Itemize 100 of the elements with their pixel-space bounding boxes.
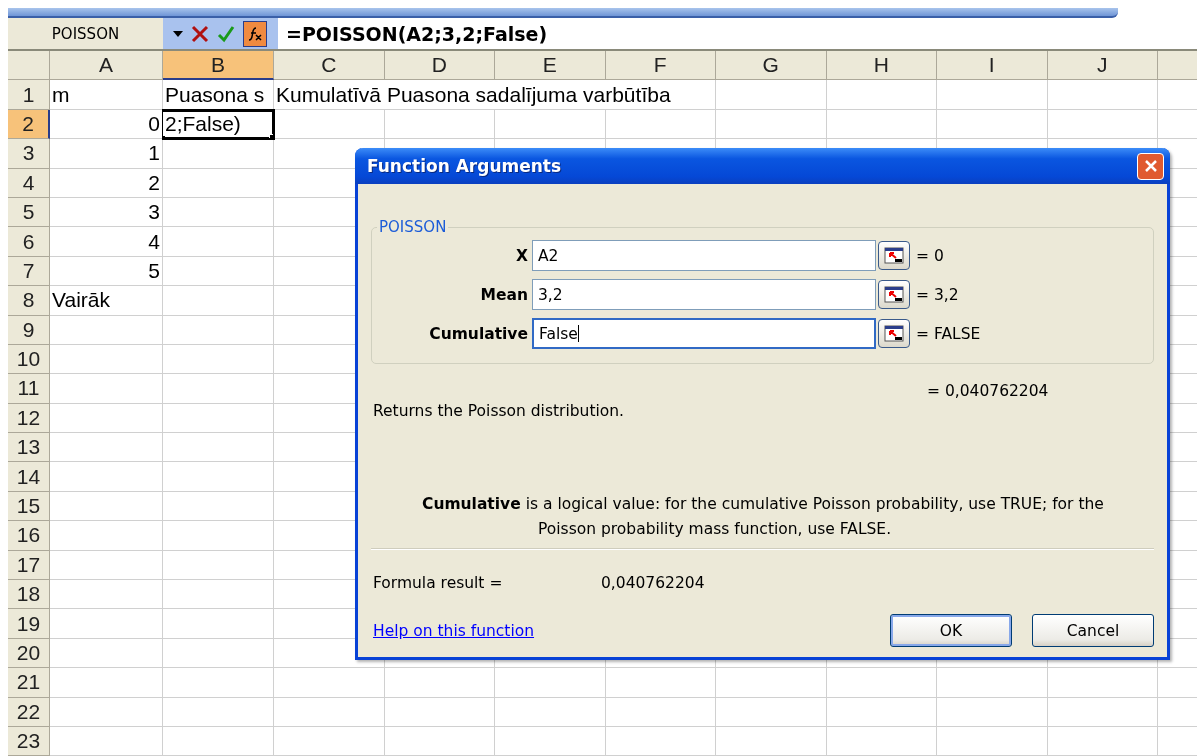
grid-cell[interactable] [163,550,274,581]
grid-cell[interactable]: Puasona s [163,80,274,110]
grid-cell[interactable] [495,109,606,140]
grid-cell[interactable] [163,403,274,434]
column-header[interactable]: C [274,51,385,81]
grid-cell[interactable] [163,286,274,316]
grid-cell[interactable] [50,550,163,581]
grid-cell[interactable]: 2 [50,168,163,198]
formula-text[interactable]: =POISSON(A2;3,2;False) [278,18,1197,49]
grid-cell[interactable] [50,580,163,610]
row-header[interactable]: 16 [8,521,50,551]
grid-cell[interactable] [495,727,606,756]
grid-cell[interactable] [937,109,1048,140]
grid-cell[interactable] [384,697,495,727]
row-header[interactable]: 22 [8,697,50,727]
argument-field[interactable]: False [532,318,876,349]
grid-cell[interactable] [495,668,606,698]
grid-cell[interactable] [826,697,937,727]
grid-cell[interactable] [274,668,385,698]
grid-cell[interactable]: Vairāk [50,286,163,316]
grid-cell[interactable] [50,403,163,434]
row-header[interactable]: 6 [8,227,50,257]
grid-cell[interactable] [163,521,274,551]
grid-cell[interactable] [1047,727,1158,756]
grid-cell[interactable]: 1 [50,139,163,169]
collapse-dialog-button[interactable] [878,241,910,270]
grid-cell[interactable] [163,491,274,522]
row-header[interactable]: 13 [8,433,50,463]
grid-cell[interactable] [716,109,827,140]
grid-cell[interactable] [50,491,163,522]
grid-cell[interactable] [384,727,495,756]
grid-cell[interactable] [163,256,274,287]
grid-cell[interactable] [163,697,274,727]
collapse-dialog-button[interactable] [878,280,910,309]
grid-cell[interactable] [50,521,163,551]
close-button[interactable] [1137,152,1164,180]
grid-cell[interactable] [163,580,274,610]
row-header[interactable]: 1 [8,80,50,110]
cancel-button[interactable]: Cancel [1032,614,1154,647]
ok-button[interactable]: OK [890,614,1012,647]
grid-cell[interactable] [1047,80,1158,110]
row-header[interactable]: 18 [8,580,50,610]
grid-cell[interactable] [605,668,716,698]
grid-cell[interactable] [716,668,827,698]
column-header[interactable]: D [384,51,495,81]
row-header[interactable]: 15 [8,491,50,522]
argument-field[interactable]: 3,2 [532,279,876,310]
row-header[interactable]: 8 [8,286,50,316]
grid-cell[interactable] [274,697,385,727]
row-header[interactable]: 12 [8,403,50,434]
grid-cell[interactable] [163,197,274,228]
grid-cell[interactable] [50,315,163,345]
grid-cell[interactable] [937,80,1048,110]
row-header[interactable]: 5 [8,197,50,228]
grid-cell[interactable] [50,344,163,375]
row-header[interactable]: 11 [8,374,50,404]
grid-cell[interactable] [163,609,274,639]
grid-cell[interactable] [826,109,937,140]
column-header[interactable]: J [1047,51,1158,81]
grid-cell[interactable] [163,315,274,345]
column-header[interactable]: A [50,51,163,81]
grid-cell[interactable] [716,80,827,110]
column-header[interactable]: H [826,51,937,81]
insert-function-button[interactable] [243,20,267,47]
grid-cell[interactable] [163,168,274,198]
grid-cell[interactable] [716,697,827,727]
row-header[interactable]: 21 [8,668,50,698]
grid-cell[interactable] [163,344,274,375]
grid-cell[interactable]: 5 [50,256,163,287]
grid-cell[interactable] [50,668,163,698]
grid-cell[interactable]: 3 [50,197,163,228]
grid-cell[interactable] [826,80,937,110]
grid-cell[interactable] [495,697,606,727]
grid-cell[interactable] [826,668,937,698]
grid-cell[interactable]: Kumulatīvā Puasona sadalījuma varbūtība [274,80,716,110]
grid-cell[interactable] [937,668,1048,698]
grid-cell[interactable] [937,727,1048,756]
grid-cell[interactable] [826,727,937,756]
grid-cell[interactable] [163,668,274,698]
grid-cell[interactable] [163,374,274,404]
column-header[interactable]: F [605,51,716,81]
grid-cell[interactable] [163,727,274,756]
grid-cell[interactable] [50,697,163,727]
row-header[interactable]: 3 [8,139,50,169]
row-header[interactable]: 7 [8,256,50,287]
grid-cell[interactable] [50,727,163,756]
row-header[interactable]: 10 [8,344,50,375]
grid-cell[interactable] [163,433,274,463]
grid-cell[interactable] [605,697,716,727]
grid-cell[interactable] [50,462,163,492]
row-header[interactable]: 23 [8,727,50,756]
grid-cell[interactable] [384,109,495,140]
collapse-dialog-button[interactable] [878,319,910,348]
grid-cell[interactable]: 0 [50,109,163,140]
grid-cell[interactable] [274,109,385,140]
row-header[interactable]: 9 [8,315,50,345]
grid-cell[interactable] [50,638,163,669]
active-cell[interactable]: 2;False) [163,109,274,140]
grid-cell[interactable] [50,433,163,463]
column-header[interactable]: E [495,51,606,81]
